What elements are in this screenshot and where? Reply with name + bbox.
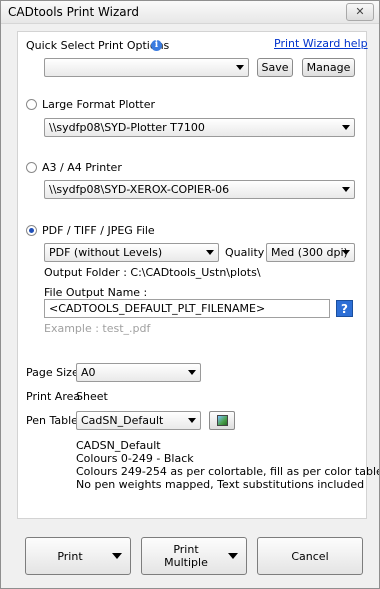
chevron-down-icon[interactable]: [228, 553, 238, 559]
question-icon[interactable]: ?: [336, 300, 353, 317]
chevron-down-icon: [342, 250, 350, 255]
chevron-down-icon[interactable]: [112, 553, 122, 559]
print-area-value: Sheet: [76, 390, 108, 403]
file-output-value: <CADTOOLS_DEFAULT_PLT_FILENAME>: [49, 302, 266, 315]
print-button-label: Print: [57, 549, 83, 563]
chevron-down-icon: [206, 250, 214, 255]
help-link[interactable]: Print Wizard help: [274, 37, 368, 50]
chevron-down-icon: [188, 418, 196, 423]
chevron-down-icon: [188, 370, 196, 375]
pdf-label: PDF / TIFF / JPEG File: [42, 224, 155, 237]
quality-combo[interactable]: Med (300 dpi): [266, 243, 355, 262]
pen-table-label: Pen Table: [26, 414, 78, 427]
chevron-down-icon: [236, 65, 244, 70]
print-multiple-label: Print Multiple: [142, 538, 230, 574]
chevron-down-icon: [342, 125, 350, 130]
file-output-input[interactable]: <CADTOOLS_DEFAULT_PLT_FILENAME>: [44, 299, 330, 318]
manage-button[interactable]: Manage: [302, 58, 355, 77]
large-format-radio[interactable]: [26, 99, 37, 110]
title-bar: CADtools Print Wizard ✕: [1, 1, 379, 24]
cancel-button-label: Cancel: [291, 549, 329, 563]
file-output-label: File Output Name :: [44, 286, 148, 299]
large-format-printer-value: \\sydfp08\SYD-Plotter T7100: [49, 121, 205, 134]
print-wizard-window: CADtools Print Wizard ✕ Quick Select Pri…: [0, 0, 380, 589]
info-icon[interactable]: i: [151, 40, 162, 51]
print-multiple-button[interactable]: Print Multiple: [141, 537, 247, 575]
a3a4-radio[interactable]: [26, 162, 37, 173]
a3a4-printer-value: \\sydfp08\SYD-XEROX-COPIER-06: [49, 183, 230, 196]
quick-select-label: Quick Select Print Options: [26, 39, 170, 52]
pen-info-line: CADSN_Default: [76, 439, 161, 452]
pdf-radio[interactable]: [26, 225, 37, 236]
window-title: CADtools Print Wizard: [8, 5, 139, 19]
print-area-label: Print Area: [26, 390, 81, 403]
picture-icon: [217, 415, 228, 426]
page-size-combo[interactable]: A0: [76, 363, 201, 382]
chevron-down-icon: [342, 187, 350, 192]
pen-info-line: Colours 0-249 - Black: [76, 452, 194, 465]
pdf-format-value: PDF (without Levels): [49, 246, 163, 259]
example-text: Example : test_.pdf: [44, 322, 151, 335]
pdf-format-combo[interactable]: PDF (without Levels): [44, 243, 219, 262]
quick-select-combo[interactable]: [44, 58, 249, 77]
quality-label: Quality: [225, 246, 265, 259]
pen-info-line: Colours 249-254 as per colortable, fill …: [76, 465, 380, 478]
print-button[interactable]: Print: [25, 537, 131, 575]
page-size-value: A0: [81, 366, 96, 379]
output-folder-text: Output Folder : C:\CADtools_Ustn\plots\: [44, 266, 261, 279]
a3a4-label: A3 / A4 Printer: [42, 161, 122, 174]
cancel-button[interactable]: Cancel: [257, 537, 363, 575]
a3a4-printer-combo[interactable]: \\sydfp08\SYD-XEROX-COPIER-06: [44, 180, 355, 199]
print-multiple-line1: Print: [173, 543, 199, 556]
pen-preview-button[interactable]: [209, 411, 235, 430]
pen-info-line: No pen weights mapped, Text substitution…: [76, 478, 365, 491]
page-size-label: Page Size: [26, 366, 79, 379]
large-format-label: Large Format Plotter: [42, 98, 156, 111]
button-bar: Print Print Multiple Cancel: [1, 520, 379, 588]
print-multiple-line2: Multiple: [164, 556, 208, 569]
close-button[interactable]: ✕: [346, 3, 374, 21]
large-format-printer-combo[interactable]: \\sydfp08\SYD-Plotter T7100: [44, 118, 355, 137]
pen-table-value: CadSN_Default: [81, 414, 164, 427]
save-button[interactable]: Save: [257, 58, 293, 77]
pen-table-combo[interactable]: CadSN_Default: [76, 411, 201, 430]
quality-value: Med (300 dpi): [271, 246, 348, 259]
main-panel: Quick Select Print Options i Print Wizar…: [17, 31, 379, 519]
